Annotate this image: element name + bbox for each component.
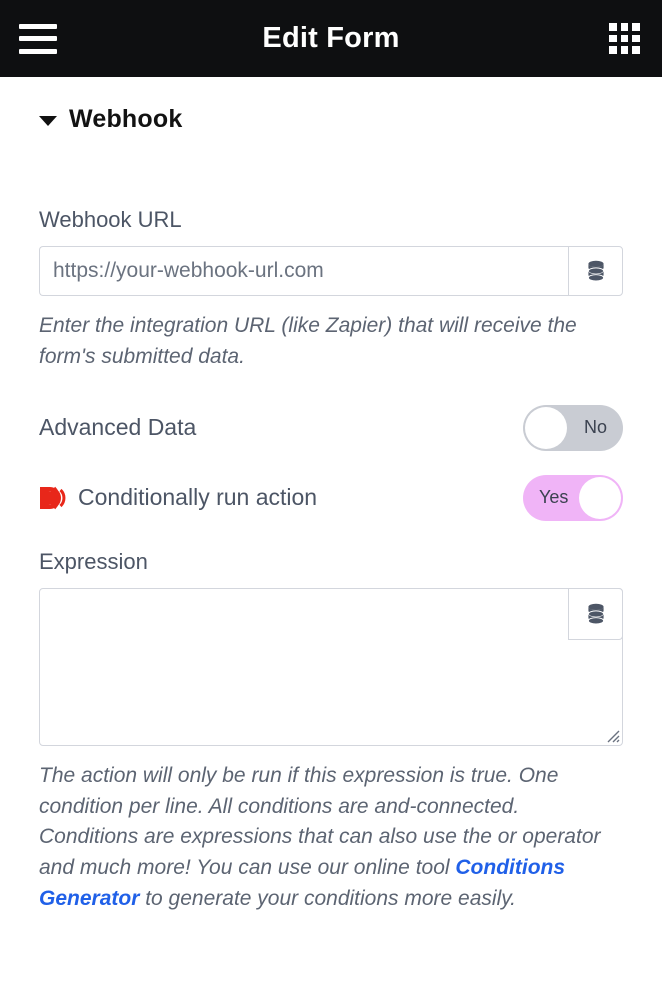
database-icon — [587, 603, 604, 625]
section-header-webhook[interactable]: Webhook — [0, 77, 662, 134]
form-editor-body: Webhook Webhook URL Enter the integratio… — [0, 77, 662, 916]
webhook-url-field-group — [39, 246, 623, 296]
apps-grid-icon[interactable] — [609, 23, 640, 54]
database-icon — [587, 260, 604, 282]
advanced-data-toggle-state: No — [583, 417, 607, 438]
expression-helper-after: to generate your conditions more easily. — [139, 887, 517, 911]
expression-database-button[interactable] — [568, 587, 623, 640]
webhook-url-helper-text: Enter the integration URL (like Zapier) … — [39, 314, 577, 368]
section-title: Webhook — [69, 105, 183, 133]
conditionally-run-toggle-state: Yes — [539, 487, 569, 508]
webhook-url-label: Webhook URL — [39, 207, 182, 232]
expression-input[interactable] — [39, 587, 623, 746]
chevron-down-icon[interactable] — [39, 116, 57, 126]
page-title: Edit Form — [262, 22, 400, 54]
hamburger-menu-icon[interactable] — [19, 23, 57, 54]
expression-helper-text: The action will only be run if this expr… — [39, 761, 623, 915]
conditionally-run-label: Conditionally run action — [78, 484, 318, 511]
conditionally-run-label-group: Conditionally run action — [39, 484, 317, 512]
deluge-d-logo-icon — [40, 486, 66, 509]
app-bar: Edit Form — [0, 0, 662, 77]
toggle-knob — [525, 406, 567, 449]
section-content: Webhook URL Enter the integration URL (l… — [0, 207, 662, 915]
advanced-data-label: Advanced Data — [39, 414, 197, 441]
advanced-data-toggle[interactable]: No — [523, 404, 623, 451]
webhook-url-input[interactable] — [39, 246, 568, 296]
expression-field-group — [39, 587, 623, 746]
hamburger-bar — [19, 23, 57, 29]
advanced-data-row: Advanced Data No — [39, 404, 623, 451]
toggle-knob — [579, 476, 621, 519]
expression-label: Expression — [39, 548, 148, 574]
hamburger-bar — [19, 48, 57, 54]
conditionally-run-row: Conditionally run action Yes — [39, 474, 623, 521]
webhook-url-database-button[interactable] — [568, 246, 623, 296]
hamburger-bar — [19, 36, 57, 41]
conditionally-run-toggle[interactable]: Yes — [523, 474, 623, 521]
